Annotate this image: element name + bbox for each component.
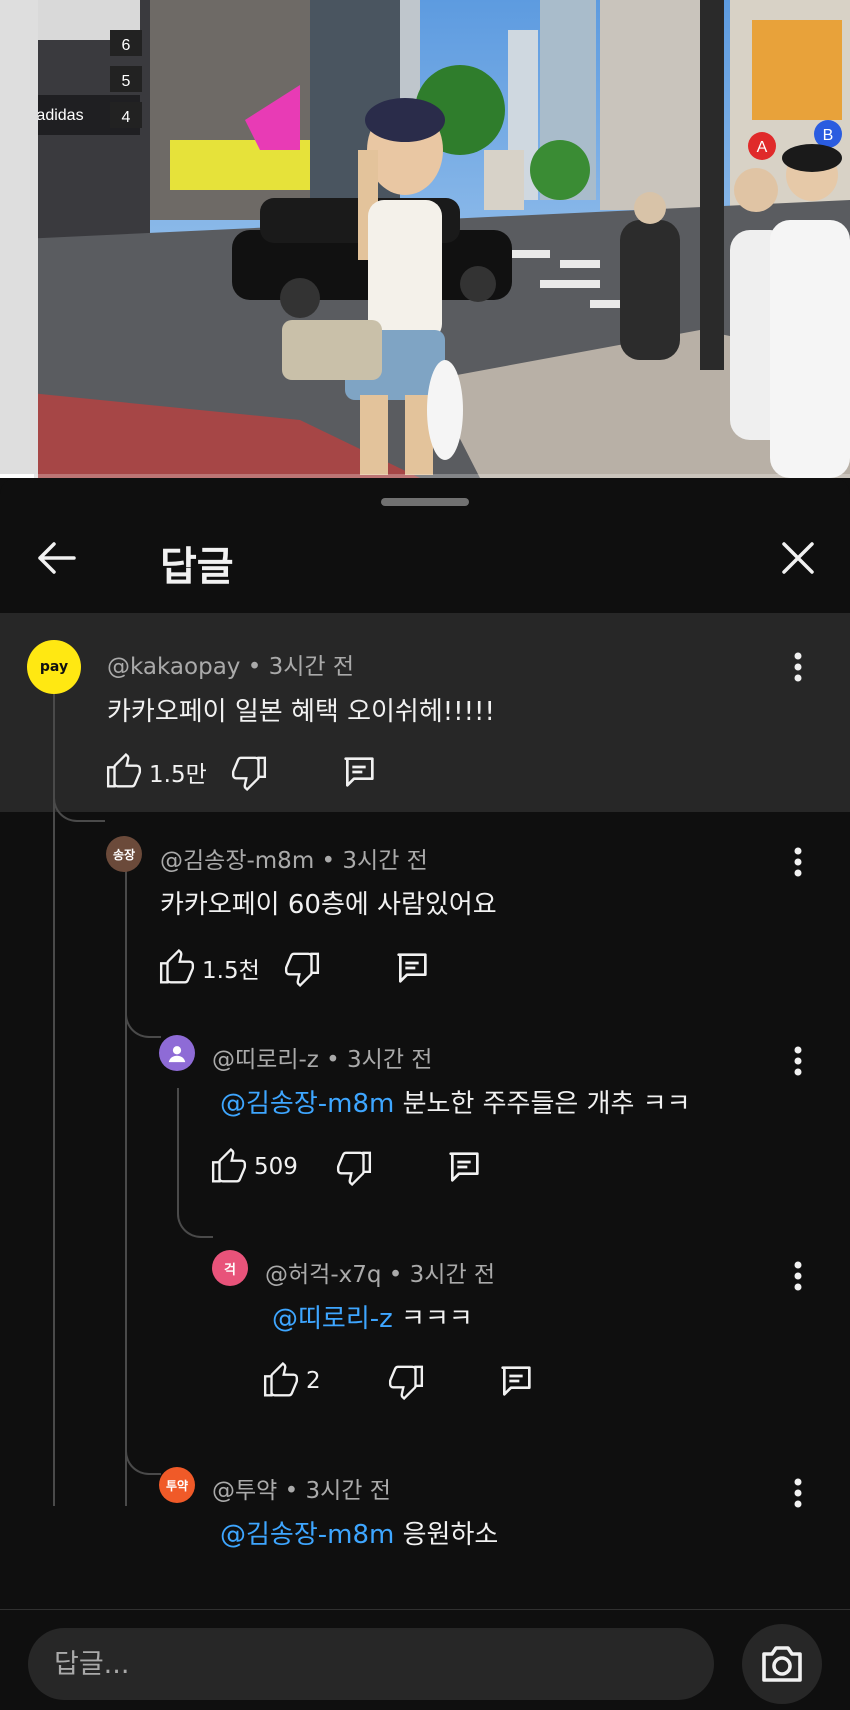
sign-circle-b: B [823,127,834,144]
comment-item: @띠로리-z • 3시간 전 @김송장-m8m 분노한 주주들은 개추 ㅋㅋ 5… [0,1027,850,1242]
more-options-button[interactable] [780,1037,816,1085]
comment-text: @김송장-m8m 분노한 주주들은 개추 ㅋㅋ [220,1083,691,1120]
reply-comment-icon [449,1152,479,1182]
comment-body: 응원하소 [394,1520,499,1550]
thumbs-down-icon [336,1151,372,1186]
sign-circle-a: A [757,139,768,156]
more-vertical-icon [794,1046,802,1076]
thumbs-down-icon [231,756,267,791]
dislike-button[interactable] [335,1145,373,1189]
close-button[interactable] [770,530,826,586]
back-arrow-icon [38,542,76,574]
thumbs-up-icon [211,1148,247,1183]
default-avatar-icon [168,1046,186,1063]
comment-actions: 2 [262,1359,562,1403]
thumbs-down-icon [388,1365,424,1400]
reply-comment-icon [397,953,427,983]
like-button[interactable]: 509 [210,1145,298,1189]
comment-body: 카카오페이 일본 혜택 오이쉬헤!!!!! [107,697,495,727]
reply-button[interactable] [339,750,379,794]
mention-link[interactable]: @띠로리-z [272,1304,393,1334]
comment-text: 카카오페이 일본 혜택 오이쉬헤!!!!! [107,691,495,728]
like-count: 1.5만 [149,762,207,788]
reply-composer [0,1609,850,1710]
sign-brand: adidas [36,107,83,124]
comment-text: 카카오페이 60층에 사람있어요 [160,884,497,921]
like-count: 1.5천 [202,958,260,984]
dislike-button[interactable] [230,750,268,794]
comment-meta[interactable]: @띠로리-z • 3시간 전 [212,1040,432,1074]
like-count: 509 [254,1154,298,1180]
replies-header: 답글 [0,508,850,613]
comment-actions: 509 [210,1145,510,1189]
sign-floor-6: 6 [122,37,131,54]
like-button[interactable]: 1.5천 [158,946,260,990]
avatar[interactable] [159,1035,195,1071]
sign-floor-5: 5 [122,73,131,90]
more-vertical-icon [794,847,802,877]
comment-item: 송장 @김송장-m8m • 3시간 전 카카오페이 60층에 사람있어요 1.5… [0,812,850,1027]
replies-panel: 답글 pay @kakaopay • 3시간 전 카카오페이 일본 혜택 오이쉬… [0,478,850,1709]
reply-list[interactable]: pay @kakaopay • 3시간 전 카카오페이 일본 혜택 오이쉬헤!!… [0,613,850,1613]
thumbs-up-icon [263,1362,299,1397]
comment-meta[interactable]: @투약 • 3시간 전 [212,1471,391,1505]
avatar[interactable]: pay [27,640,81,694]
comment-item: 투약 @투약 • 3시간 전 @김송장-m8m 응원하소 [0,1457,850,1607]
mention-link[interactable]: @김송장-m8m [220,1089,394,1119]
comment-item: 걱 @허걱-x7q • 3시간 전 @띠로리-z ㅋㅋㅋ 2 [0,1242,850,1457]
video-frame: A B 6 5 4 adidas [0,0,850,478]
comment-meta[interactable]: @허걱-x7q • 3시간 전 [265,1255,495,1289]
like-button[interactable]: 1.5만 [105,750,207,794]
more-options-button[interactable] [780,838,816,886]
comment-text: @띠로리-z ㅋㅋㅋ [272,1298,473,1335]
avatar-label: 걱 [224,1262,236,1278]
avatar-label: pay [39,659,69,675]
reply-button[interactable] [392,946,432,990]
comment-actions: 1.5천 [158,946,458,990]
avatar-label: 투약 [165,1478,189,1493]
reply-comment-icon [501,1366,531,1396]
close-icon [782,542,814,574]
camera-button[interactable] [742,1624,822,1704]
more-vertical-icon [794,652,802,682]
comment-item: pay @kakaopay • 3시간 전 카카오페이 일본 혜택 오이쉬헤!!… [0,613,850,812]
comment-body: ㅋㅋㅋ [392,1304,473,1334]
reply-button[interactable] [496,1359,536,1403]
thumbs-up-icon [159,949,195,984]
drag-handle[interactable] [381,498,469,506]
comment-text: @김송장-m8m 응원하소 [220,1514,498,1551]
video-player[interactable]: A B 6 5 4 adidas [0,0,850,478]
avatar-label: 송장 [112,847,136,862]
reply-comment-icon [344,757,374,787]
more-vertical-icon [794,1478,802,1508]
comment-body: 카카오페이 60층에 사람있어요 [160,890,497,920]
reply-input[interactable] [28,1628,714,1700]
comment-actions: 1.5만 [105,750,405,794]
back-button[interactable] [28,530,84,586]
avatar[interactable]: 걱 [212,1250,248,1286]
thumbs-down-icon [284,952,320,987]
thumbs-up-icon [106,753,142,788]
sign-floor-4: 4 [122,109,131,126]
avatar[interactable]: 투약 [159,1467,195,1503]
comment-meta[interactable]: @김송장-m8m • 3시간 전 [160,841,428,875]
more-options-button[interactable] [780,643,816,691]
mention-link[interactable]: @김송장-m8m [220,1520,394,1550]
dislike-button[interactable] [283,946,321,990]
reply-button[interactable] [444,1145,484,1189]
avatar[interactable]: 송장 [106,836,142,872]
dislike-button[interactable] [387,1359,425,1403]
like-count: 2 [306,1368,321,1394]
comment-meta[interactable]: @kakaopay • 3시간 전 [107,647,354,681]
page-title: 답글 [160,544,234,590]
comment-body: 분노한 주주들은 개추 ㅋㅋ [394,1089,691,1119]
like-button[interactable]: 2 [262,1359,321,1403]
camera-icon [762,1646,802,1682]
more-options-button[interactable] [780,1252,816,1300]
more-options-button[interactable] [780,1469,816,1517]
more-vertical-icon [794,1261,802,1291]
